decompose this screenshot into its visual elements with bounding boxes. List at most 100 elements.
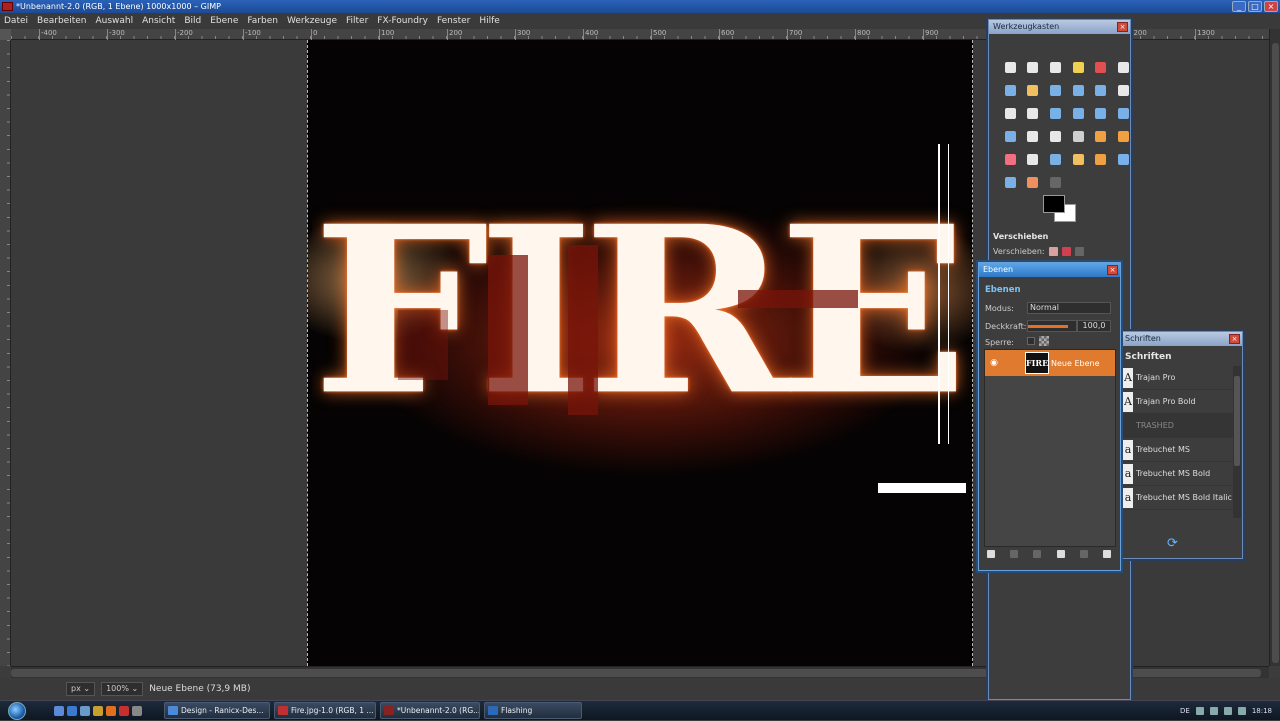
paths-tool-button[interactable] [1022, 79, 1045, 102]
crop-tool-button[interactable] [1022, 102, 1045, 125]
close-button[interactable]: × [1264, 1, 1278, 12]
lock-pixels-checkbox[interactable] [1027, 337, 1035, 345]
paintbrush-tool-button[interactable] [1112, 125, 1135, 148]
mode-select[interactable]: Normal [1027, 302, 1111, 314]
move-tool-button[interactable] [1112, 79, 1135, 102]
ie-icon[interactable] [67, 705, 77, 716]
menu-item-datei[interactable]: Datei [4, 16, 28, 26]
scrollbar-thumb[interactable] [1234, 376, 1240, 466]
zoom-tool-button[interactable] [1067, 79, 1090, 102]
app-icon[interactable] [132, 705, 142, 716]
fonts-close-button[interactable]: × [1229, 334, 1240, 344]
move-layer-icon[interactable] [1048, 247, 1058, 256]
ink-tool-button[interactable] [1044, 148, 1067, 171]
menu-item-fenster[interactable]: Fenster [437, 16, 470, 26]
language-indicator[interactable]: DE [1180, 707, 1190, 715]
move-path-icon[interactable] [1074, 247, 1084, 256]
text-tool-button[interactable] [1022, 125, 1045, 148]
visibility-eye-icon[interactable]: ◉ [985, 351, 1003, 375]
rotate-tool-button[interactable] [1044, 102, 1067, 125]
menu-item-auswahl[interactable]: Auswahl [95, 16, 133, 26]
network-icon[interactable] [1223, 706, 1232, 715]
layers-close-button[interactable]: × [1107, 265, 1118, 275]
unit-select[interactable]: px ⌄ [66, 682, 96, 696]
menu-item-bearbeiten[interactable]: Bearbeiten [37, 16, 86, 26]
scissors-tool-button[interactable] [1112, 56, 1135, 79]
anchor-layer-button[interactable] [1078, 548, 1090, 560]
font-list-item[interactable]: a Trebuchet MS Bold Italic [1123, 486, 1233, 510]
perspective-clone-tool-button[interactable] [1112, 148, 1135, 171]
maximize-button[interactable]: □ [1248, 1, 1262, 12]
taskbar-button[interactable]: Fire.jpg-1.0 (RGB, 1 ... [274, 702, 376, 719]
eraser-tool-button[interactable] [999, 148, 1022, 171]
ruler-corner[interactable] [0, 29, 11, 40]
ellipse-select-tool-button[interactable] [1022, 56, 1045, 79]
scale-tool-button[interactable] [1067, 102, 1090, 125]
vertical-ruler[interactable] [0, 40, 11, 666]
font-list-item[interactable]: TRASHED [1123, 414, 1233, 438]
color-picker-tool-button[interactable] [1044, 79, 1067, 102]
smudge-tool-button[interactable] [1022, 171, 1045, 194]
taskbar-button[interactable]: Design - Ranicx-Des... [164, 702, 270, 719]
vertical-scrollbar[interactable] [1269, 29, 1280, 666]
scrollbar-thumb[interactable] [1272, 43, 1279, 663]
menu-item-fx-foundry[interactable]: FX-Foundry [377, 16, 428, 26]
delete-layer-button[interactable] [1101, 548, 1113, 560]
raise-layer-button[interactable] [1008, 548, 1020, 560]
menu-item-hilfe[interactable]: Hilfe [479, 16, 499, 26]
airbrush-tool-button[interactable] [1022, 148, 1045, 171]
layer-row[interactable]: ◉ FIRE Neue Ebene [985, 350, 1115, 376]
toolbox-close-button[interactable]: × [1117, 22, 1128, 32]
measure-tool-button[interactable] [1089, 79, 1112, 102]
move-selection-icon[interactable] [1061, 247, 1071, 256]
start-button[interactable] [0, 701, 34, 721]
font-list-item[interactable]: a Trebuchet MS [1123, 438, 1233, 462]
layers-title-bar[interactable]: Ebenen × [979, 263, 1120, 277]
menu-item-werkzeuge[interactable]: Werkzeuge [287, 16, 337, 26]
foreground-select-tool-button[interactable] [999, 79, 1022, 102]
align-tool-button[interactable] [999, 102, 1022, 125]
layers-tab[interactable]: Ebenen [985, 285, 1021, 295]
show-desktop-icon[interactable] [54, 705, 64, 716]
blur-tool-button[interactable] [999, 171, 1022, 194]
dodge-burn-tool-button[interactable] [1044, 171, 1067, 194]
refresh-fonts-icon[interactable]: ⟳ [1167, 536, 1178, 551]
new-layer-button[interactable] [985, 548, 997, 560]
clone-tool-button[interactable] [1067, 148, 1090, 171]
opacity-slider[interactable] [1027, 320, 1077, 332]
shear-tool-button[interactable] [1089, 102, 1112, 125]
firefox-icon[interactable] [106, 705, 116, 716]
tray-icon[interactable] [1209, 706, 1218, 715]
color-swatches[interactable] [1043, 195, 1079, 225]
menu-item-ansicht[interactable]: Ansicht [142, 16, 175, 26]
perspective-tool-button[interactable] [1112, 102, 1135, 125]
volume-icon[interactable] [1237, 706, 1246, 715]
zoom-select[interactable]: 100% ⌄ [101, 682, 144, 696]
minimize-button[interactable]: _ [1232, 1, 1246, 12]
toolbox-title-bar[interactable]: Werkzeugkasten × [989, 20, 1130, 34]
pencil-tool-button[interactable] [1089, 125, 1112, 148]
menu-item-bild[interactable]: Bild [184, 16, 201, 26]
flip-tool-button[interactable] [999, 125, 1022, 148]
menu-item-farben[interactable]: Farben [247, 16, 278, 26]
rect-select-tool-button[interactable] [999, 56, 1022, 79]
lower-layer-button[interactable] [1031, 548, 1043, 560]
taskbar-button[interactable]: *Unbenannt-2.0 (RG... [380, 702, 480, 719]
lock-alpha-icon[interactable] [1039, 336, 1049, 346]
font-list-item[interactable]: A Trajan Pro Bold [1123, 390, 1233, 414]
opacity-value[interactable]: 100,0 [1077, 320, 1111, 332]
fonts-title-bar[interactable]: Schriften × [1123, 332, 1242, 346]
heal-tool-button[interactable] [1089, 148, 1112, 171]
font-list-item[interactable]: A Trajan Pro [1123, 366, 1233, 390]
taskbar-button[interactable]: Flashing [484, 702, 582, 719]
bucket-fill-tool-button[interactable] [1044, 125, 1067, 148]
folder-icon[interactable] [93, 705, 103, 716]
fuzzy-select-tool-button[interactable] [1067, 56, 1090, 79]
duplicate-layer-button[interactable] [1055, 548, 1067, 560]
menu-item-ebene[interactable]: Ebene [210, 16, 238, 26]
lasso-tool-button[interactable] [1044, 56, 1067, 79]
color-select-tool-button[interactable] [1089, 56, 1112, 79]
blend-tool-button[interactable] [1067, 125, 1090, 148]
foreground-color[interactable] [1043, 195, 1065, 213]
explorer-icon[interactable] [80, 705, 90, 716]
